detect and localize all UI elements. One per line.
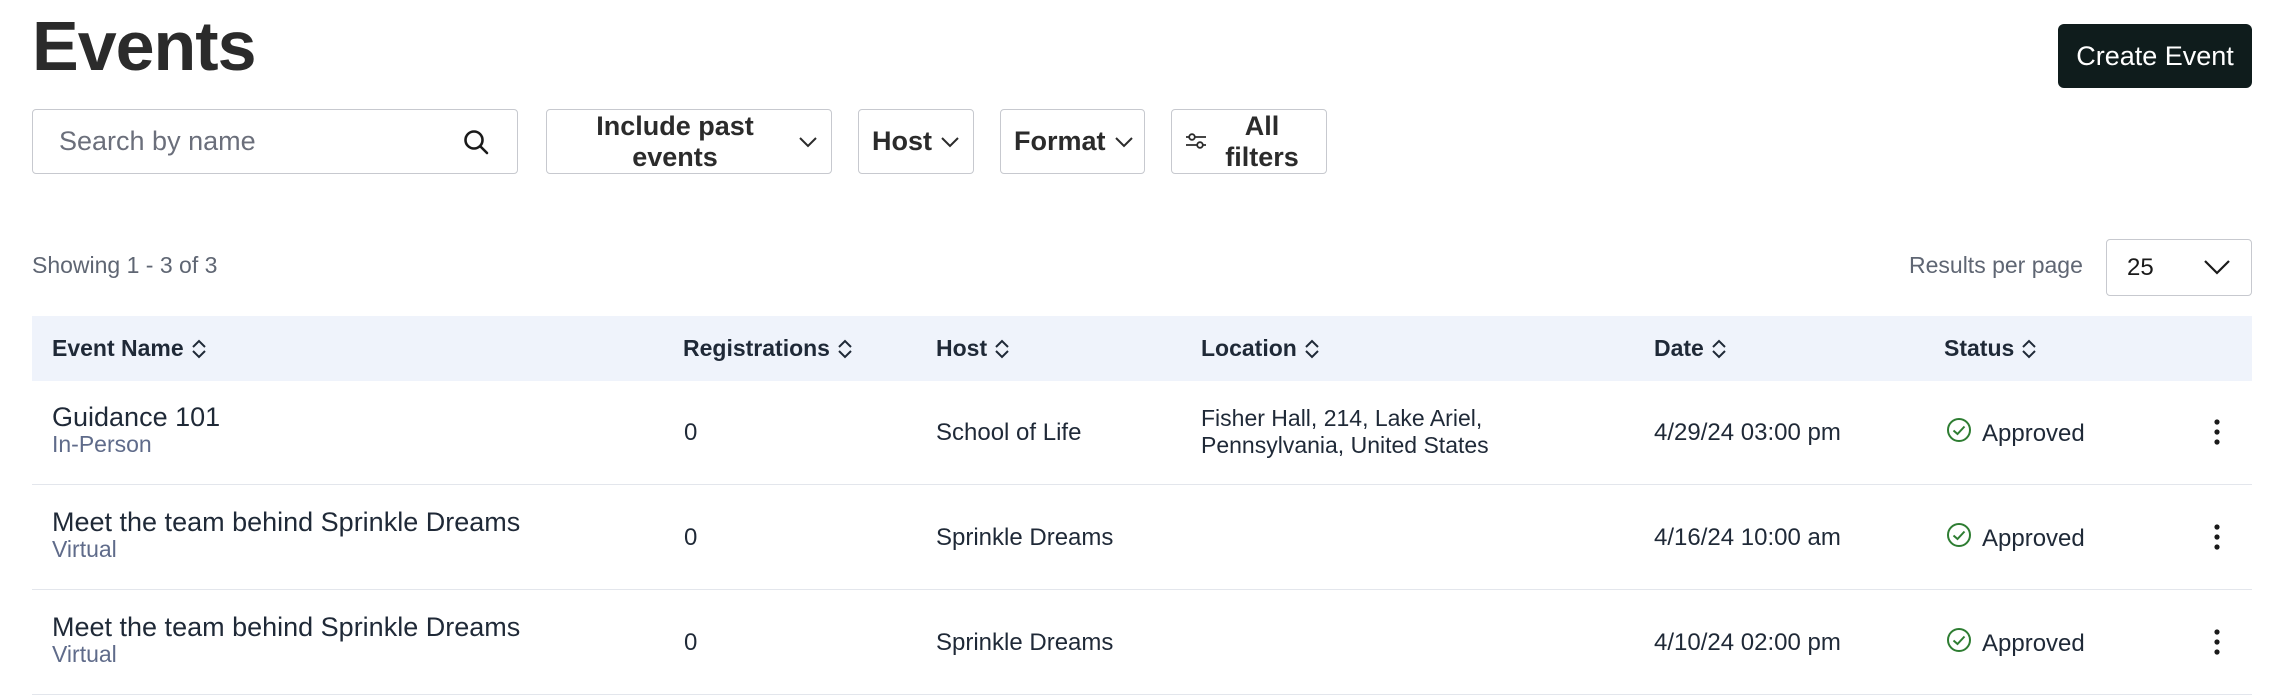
column-header-status[interactable]: Status xyxy=(1944,316,2038,381)
chevron-down-icon xyxy=(1114,132,1134,152)
event-name[interactable]: Meet the team behind Sprinkle Dreams xyxy=(52,612,520,642)
sliders-icon xyxy=(1185,126,1207,157)
event-name[interactable]: Guidance 101 xyxy=(52,402,220,432)
registrations-count: 0 xyxy=(684,419,698,446)
event-host: Sprinkle Dreams xyxy=(936,524,1114,551)
results-per-page-value: 25 xyxy=(2127,253,2154,281)
sort-icon xyxy=(2020,337,2038,361)
more-options-icon[interactable] xyxy=(2207,522,2227,552)
chevron-down-icon xyxy=(798,132,818,152)
search-box[interactable] xyxy=(32,109,518,174)
column-header-date[interactable]: Date xyxy=(1654,316,1728,381)
event-name[interactable]: Meet the team behind Sprinkle Dreams xyxy=(52,507,520,537)
results-per-page-label: Results per page xyxy=(1909,252,2083,278)
host-filter-label: Host xyxy=(872,126,932,156)
event-date: 4/29/24 03:00 pm xyxy=(1654,419,1841,446)
include-past-events-dropdown[interactable]: Include past events xyxy=(546,109,832,174)
event-host: Sprinkle Dreams xyxy=(936,629,1114,656)
include-past-events-label: Include past events xyxy=(596,110,754,172)
more-options-icon[interactable] xyxy=(2207,417,2227,447)
all-filters-label: All filters xyxy=(1225,110,1299,172)
status-badge: Approved xyxy=(1946,417,2085,450)
chevron-down-icon xyxy=(940,132,960,152)
check-circle-icon xyxy=(1946,627,1972,660)
format-dropdown[interactable]: Format xyxy=(1000,109,1145,174)
status-badge: Approved xyxy=(1946,522,2085,555)
table-row[interactable]: Meet the team behind Sprinkle Dreams Vir… xyxy=(32,486,2252,590)
event-host: School of Life xyxy=(936,419,1082,446)
check-circle-icon xyxy=(1946,522,1972,555)
all-filters-button[interactable]: All filters xyxy=(1171,109,1327,174)
host-dropdown[interactable]: Host xyxy=(858,109,974,174)
column-header-host[interactable]: Host xyxy=(936,316,1011,381)
format-filter-label: Format xyxy=(1014,126,1106,156)
event-format: Virtual xyxy=(52,641,117,667)
event-date: 4/10/24 02:00 pm xyxy=(1654,629,1841,656)
check-circle-icon xyxy=(1946,417,1972,450)
sort-icon xyxy=(1710,337,1728,361)
page-title: Events xyxy=(32,7,257,85)
registrations-count: 0 xyxy=(684,629,698,656)
registrations-count: 0 xyxy=(684,524,698,551)
column-header-registrations[interactable]: Registrations xyxy=(683,316,854,381)
status-badge: Approved xyxy=(1946,627,2085,660)
sort-icon xyxy=(993,337,1011,361)
event-location: Fisher Hall, 214, Lake Ariel, Pennsylvan… xyxy=(1201,405,1489,458)
more-options-icon[interactable] xyxy=(2207,627,2227,657)
sort-icon xyxy=(1303,337,1321,361)
table-header: Event Name Registrations Host Location D… xyxy=(32,316,2252,381)
event-date: 4/16/24 10:00 am xyxy=(1654,524,1841,551)
sort-icon xyxy=(836,337,854,361)
event-format: Virtual xyxy=(52,536,117,562)
table-row[interactable]: Meet the team behind Sprinkle Dreams Vir… xyxy=(32,591,2252,695)
results-per-page-select[interactable]: 25 xyxy=(2106,239,2252,296)
sort-icon xyxy=(190,337,208,361)
search-icon[interactable] xyxy=(461,127,491,157)
create-event-button[interactable]: Create Event xyxy=(2058,24,2252,88)
search-input[interactable] xyxy=(59,126,461,157)
event-format: In-Person xyxy=(52,431,152,457)
table-row[interactable]: Guidance 101 In-Person 0 School of Life … xyxy=(32,381,2252,485)
column-header-event-name[interactable]: Event Name xyxy=(52,316,208,381)
chevron-down-icon xyxy=(2203,254,2231,282)
column-header-location[interactable]: Location xyxy=(1201,316,1321,381)
results-count: Showing 1 - 3 of 3 xyxy=(32,252,218,278)
